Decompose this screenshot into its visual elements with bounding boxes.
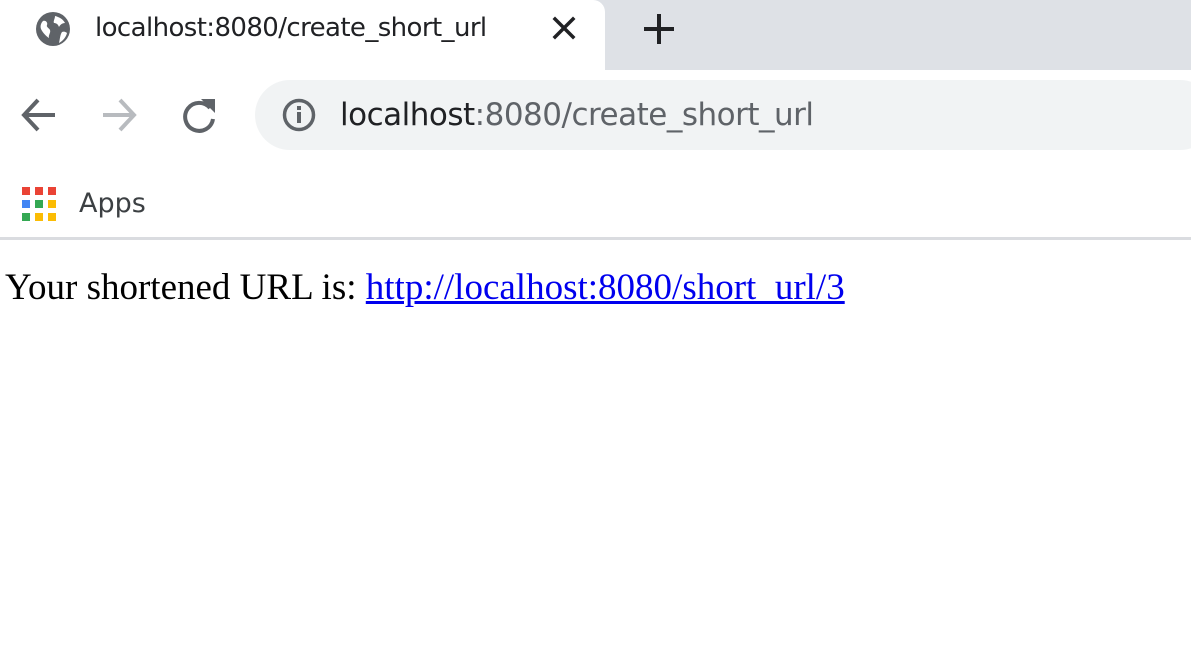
result-prefix: Your shortened URL is: <box>5 267 366 308</box>
tab-strip: localhost:8080/create_short_url <box>0 0 1191 72</box>
close-icon[interactable] <box>548 12 580 44</box>
plus-icon[interactable] <box>640 10 678 48</box>
arrow-left-icon[interactable] <box>19 95 59 135</box>
apps-label: Apps <box>79 188 146 219</box>
result-message: Your shortened URL is: http://localhost:… <box>5 267 845 309</box>
browser-toolbar: localhost:8080/create_short_url <box>0 70 1191 160</box>
bookmarks-bar: Apps <box>0 160 1191 240</box>
info-icon[interactable] <box>281 97 317 133</box>
url-path: :8080/create_short_url <box>474 97 814 133</box>
arrow-right-icon[interactable] <box>99 95 139 135</box>
short-url-link[interactable]: http://localhost:8080/short_url/3 <box>366 267 845 308</box>
apps-bookmark[interactable]: Apps <box>12 170 162 221</box>
apps-grid-icon <box>22 187 56 221</box>
reload-icon[interactable] <box>179 95 219 135</box>
address-bar[interactable]: localhost:8080/create_short_url <box>255 80 1191 150</box>
tab-title: localhost:8080/create_short_url <box>95 13 487 43</box>
page-content: Your shortened URL is: http://localhost:… <box>0 243 1191 649</box>
address-bar-url: localhost:8080/create_short_url <box>340 96 814 134</box>
active-tab[interactable]: localhost:8080/create_short_url <box>0 0 605 72</box>
globe-icon <box>35 11 71 47</box>
url-host: localhost <box>340 97 475 133</box>
